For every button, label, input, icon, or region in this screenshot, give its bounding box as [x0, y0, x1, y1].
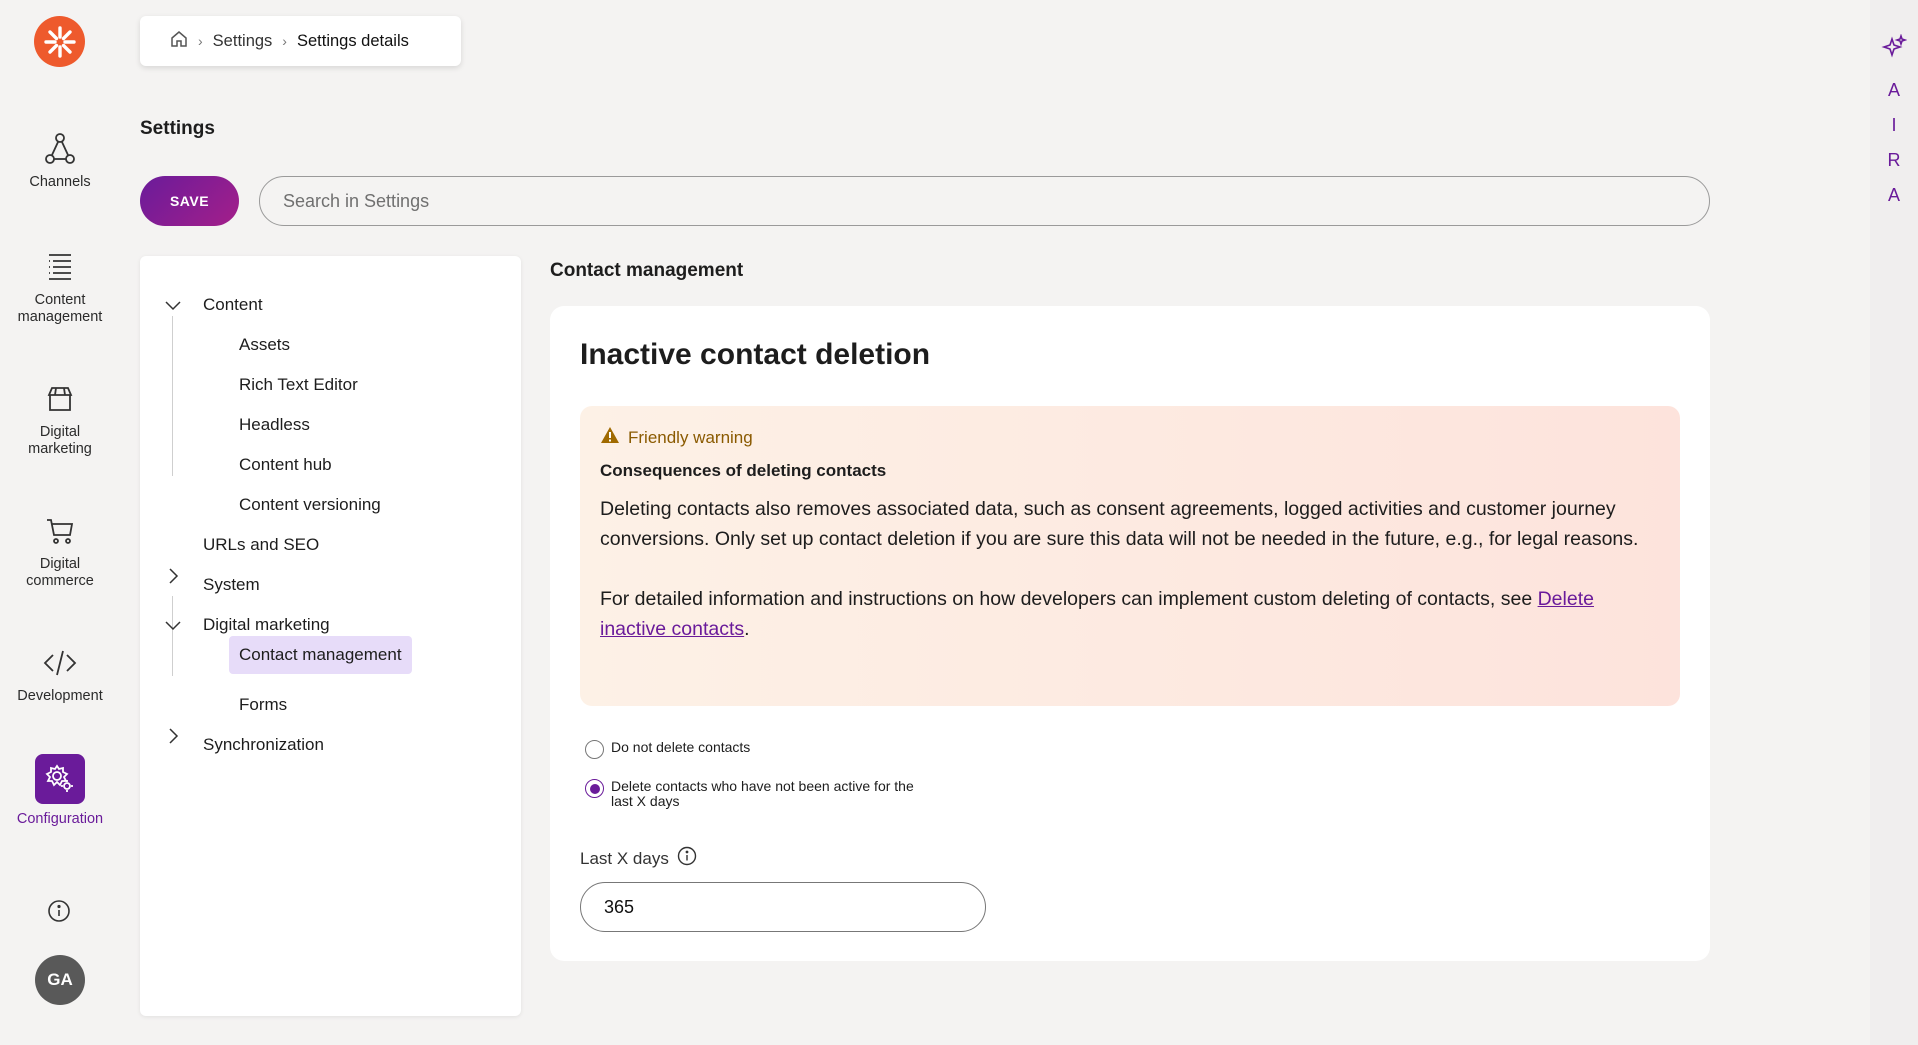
search-input[interactable] [259, 176, 1710, 226]
rail-item-content-management[interactable]: Content management [0, 250, 120, 326]
tree-node-forms[interactable]: Forms [239, 687, 287, 723]
rail-item-configuration[interactable]: Configuration [0, 754, 120, 828]
app-logo-icon[interactable] [34, 16, 85, 67]
digital-marketing-icon [43, 382, 77, 416]
last-x-days-label: Last X days [580, 846, 697, 871]
aira-panel-toggle[interactable]: A I R A [1870, 0, 1918, 1045]
tree-node-assets[interactable]: Assets [239, 327, 290, 363]
home-icon[interactable] [170, 30, 188, 53]
info-icon[interactable] [677, 846, 697, 871]
warning-icon [600, 426, 620, 449]
tree-node-content[interactable]: Content [203, 287, 263, 323]
warning-paragraph: Deleting contacts also removes associate… [600, 498, 1639, 550]
field-label-text: Last X days [580, 848, 669, 868]
tree-guide-line [172, 596, 173, 676]
rail-item-channels[interactable]: Channels [0, 132, 120, 191]
navigation-rail: Channels Content management Digital mark… [0, 0, 120, 1045]
chevron-right-icon[interactable] [164, 567, 182, 585]
warning-callout: Friendly warning Consequences of deletin… [580, 406, 1680, 706]
breadcrumb: › Settings › Settings details [140, 16, 461, 66]
chevron-right-icon: › [198, 33, 203, 49]
radio-label: Delete contacts who have not been active… [611, 778, 914, 809]
tree-node-content-hub[interactable]: Content hub [239, 447, 332, 483]
avatar[interactable]: GA [35, 955, 85, 1005]
rail-item-label: Content management [17, 292, 103, 325]
radio-button[interactable] [585, 779, 604, 798]
radio-delete-inactive[interactable]: Delete contacts who have not been active… [585, 779, 915, 809]
card-title: Inactive contact deletion [580, 338, 931, 371]
tree-node-system[interactable]: System [203, 567, 260, 603]
chevron-down-icon[interactable] [164, 296, 182, 314]
code-icon [43, 646, 77, 680]
channels-icon [43, 132, 77, 166]
rail-item-label: Configuration [16, 811, 104, 827]
breadcrumb-item-settings[interactable]: Settings [213, 32, 273, 51]
aira-letter: I [1891, 115, 1897, 135]
page-title: Settings [140, 118, 215, 139]
warning-paragraph: For detailed information and instruction… [600, 584, 1660, 644]
radio-do-not-delete[interactable]: Do not delete contacts [585, 740, 750, 759]
settings-card: Inactive contact deletion Friendly warni… [550, 306, 1710, 961]
radio-button[interactable] [585, 740, 604, 759]
chevron-right-icon: › [282, 33, 287, 49]
sparkle-icon[interactable] [1881, 33, 1908, 65]
warning-header: Friendly warning [600, 426, 1660, 449]
tree-node-rich-text-editor[interactable]: Rich Text Editor [239, 367, 358, 403]
tree-node-urls-and-seo[interactable]: URLs and SEO [203, 527, 319, 563]
warning-subheading: Consequences of deleting contacts [600, 461, 887, 480]
rail-item-digital-commerce[interactable]: Digital commerce [0, 514, 120, 590]
tree-node-contact-management[interactable]: Contact management [229, 636, 412, 674]
tree-node-synchronization[interactable]: Synchronization [203, 727, 324, 763]
chevron-right-icon[interactable] [164, 727, 182, 745]
rail-item-digital-marketing[interactable]: Digital marketing [0, 382, 120, 458]
warning-heading: Friendly warning [628, 427, 753, 447]
chevron-down-icon[interactable] [164, 616, 182, 634]
breadcrumb-item-settings-details: Settings details [296, 31, 409, 50]
section-title: Contact management [550, 260, 744, 281]
aira-letter: A [1887, 185, 1900, 205]
rail-item-development[interactable]: Development [0, 646, 120, 705]
warning-text: . [744, 618, 750, 640]
tree-guide-line [172, 316, 173, 476]
settings-tree: Content Assets Rich Text Editor Headless… [140, 256, 521, 1016]
rail-item-label: Digital marketing [28, 424, 92, 457]
cart-icon [43, 514, 77, 548]
info-icon[interactable] [47, 899, 71, 928]
rail-item-label: Development [17, 688, 103, 704]
warning-text: For detailed information and instruction… [600, 588, 1538, 610]
tree-node-content-versioning[interactable]: Content versioning [239, 487, 381, 523]
aira-letter: R [1887, 150, 1901, 170]
tree-node-headless[interactable]: Headless [239, 407, 310, 443]
content-management-icon [43, 250, 77, 284]
save-button[interactable]: SAVE [140, 176, 239, 226]
rail-item-label: Channels [29, 174, 91, 190]
last-x-days-input[interactable] [580, 882, 986, 932]
gear-icon [35, 754, 85, 804]
aira-letter: A [1887, 80, 1900, 100]
rail-item-label: Digital commerce [26, 556, 94, 589]
radio-label: Do not delete contacts [611, 739, 751, 755]
